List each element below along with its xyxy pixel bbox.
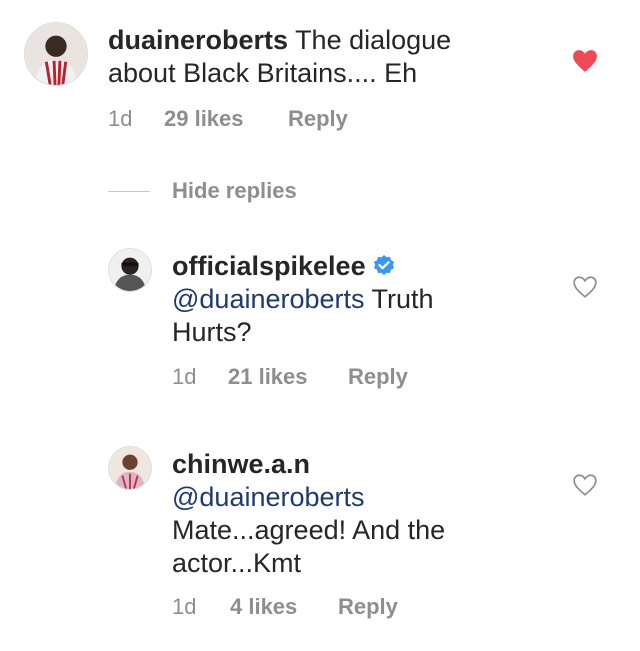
reply-time: 1d: [172, 364, 197, 389]
heart-outline-icon[interactable]: [572, 473, 598, 497]
likes-count[interactable]: 29 likes: [164, 106, 244, 132]
mention-link[interactable]: @duaineroberts: [172, 482, 365, 512]
verified-badge-icon: [372, 254, 396, 278]
reply-button[interactable]: Reply: [348, 364, 408, 390]
avatar[interactable]: [108, 248, 152, 292]
divider: [108, 190, 150, 192]
reply-button[interactable]: Reply: [338, 594, 398, 620]
username[interactable]: chinwe.a.n: [172, 449, 310, 479]
avatar[interactable]: [24, 22, 88, 86]
likes-count[interactable]: 21 likes: [228, 364, 308, 390]
heart-outline-icon[interactable]: [572, 275, 598, 299]
reply-time: 1d: [172, 594, 197, 619]
comment-text-line1: The dialogue: [295, 25, 452, 55]
avatar[interactable]: [108, 446, 152, 490]
reply-text-line2: Hurts?: [172, 317, 252, 347]
hide-replies-button[interactable]: Hide replies: [108, 176, 297, 206]
likes-count[interactable]: 4 likes: [230, 594, 297, 620]
heart-filled-icon[interactable]: [572, 49, 598, 73]
comment-text-line2: about Black Britains.... Eh: [108, 58, 418, 88]
reply-text-line2: actor...Kmt: [172, 548, 302, 578]
reply-text: chinwe.a.n @duaineroberts Mate...agreed!…: [172, 448, 552, 580]
reply-text-line1: Mate...agreed! And the: [172, 515, 446, 545]
comment-text: duaineroberts The dialogue about Black B…: [108, 24, 528, 90]
username[interactable]: duaineroberts: [108, 25, 288, 55]
reply-text: officialspikelee @duaineroberts Truth Hu…: [172, 250, 552, 349]
reply-text-line1: Truth: [371, 284, 434, 314]
mention-link[interactable]: @duaineroberts: [172, 284, 365, 314]
reply-button[interactable]: Reply: [288, 106, 348, 132]
username[interactable]: officialspikelee: [172, 251, 366, 281]
comment-time: 1d: [108, 106, 133, 131]
hide-replies-label: Hide replies: [172, 178, 297, 203]
